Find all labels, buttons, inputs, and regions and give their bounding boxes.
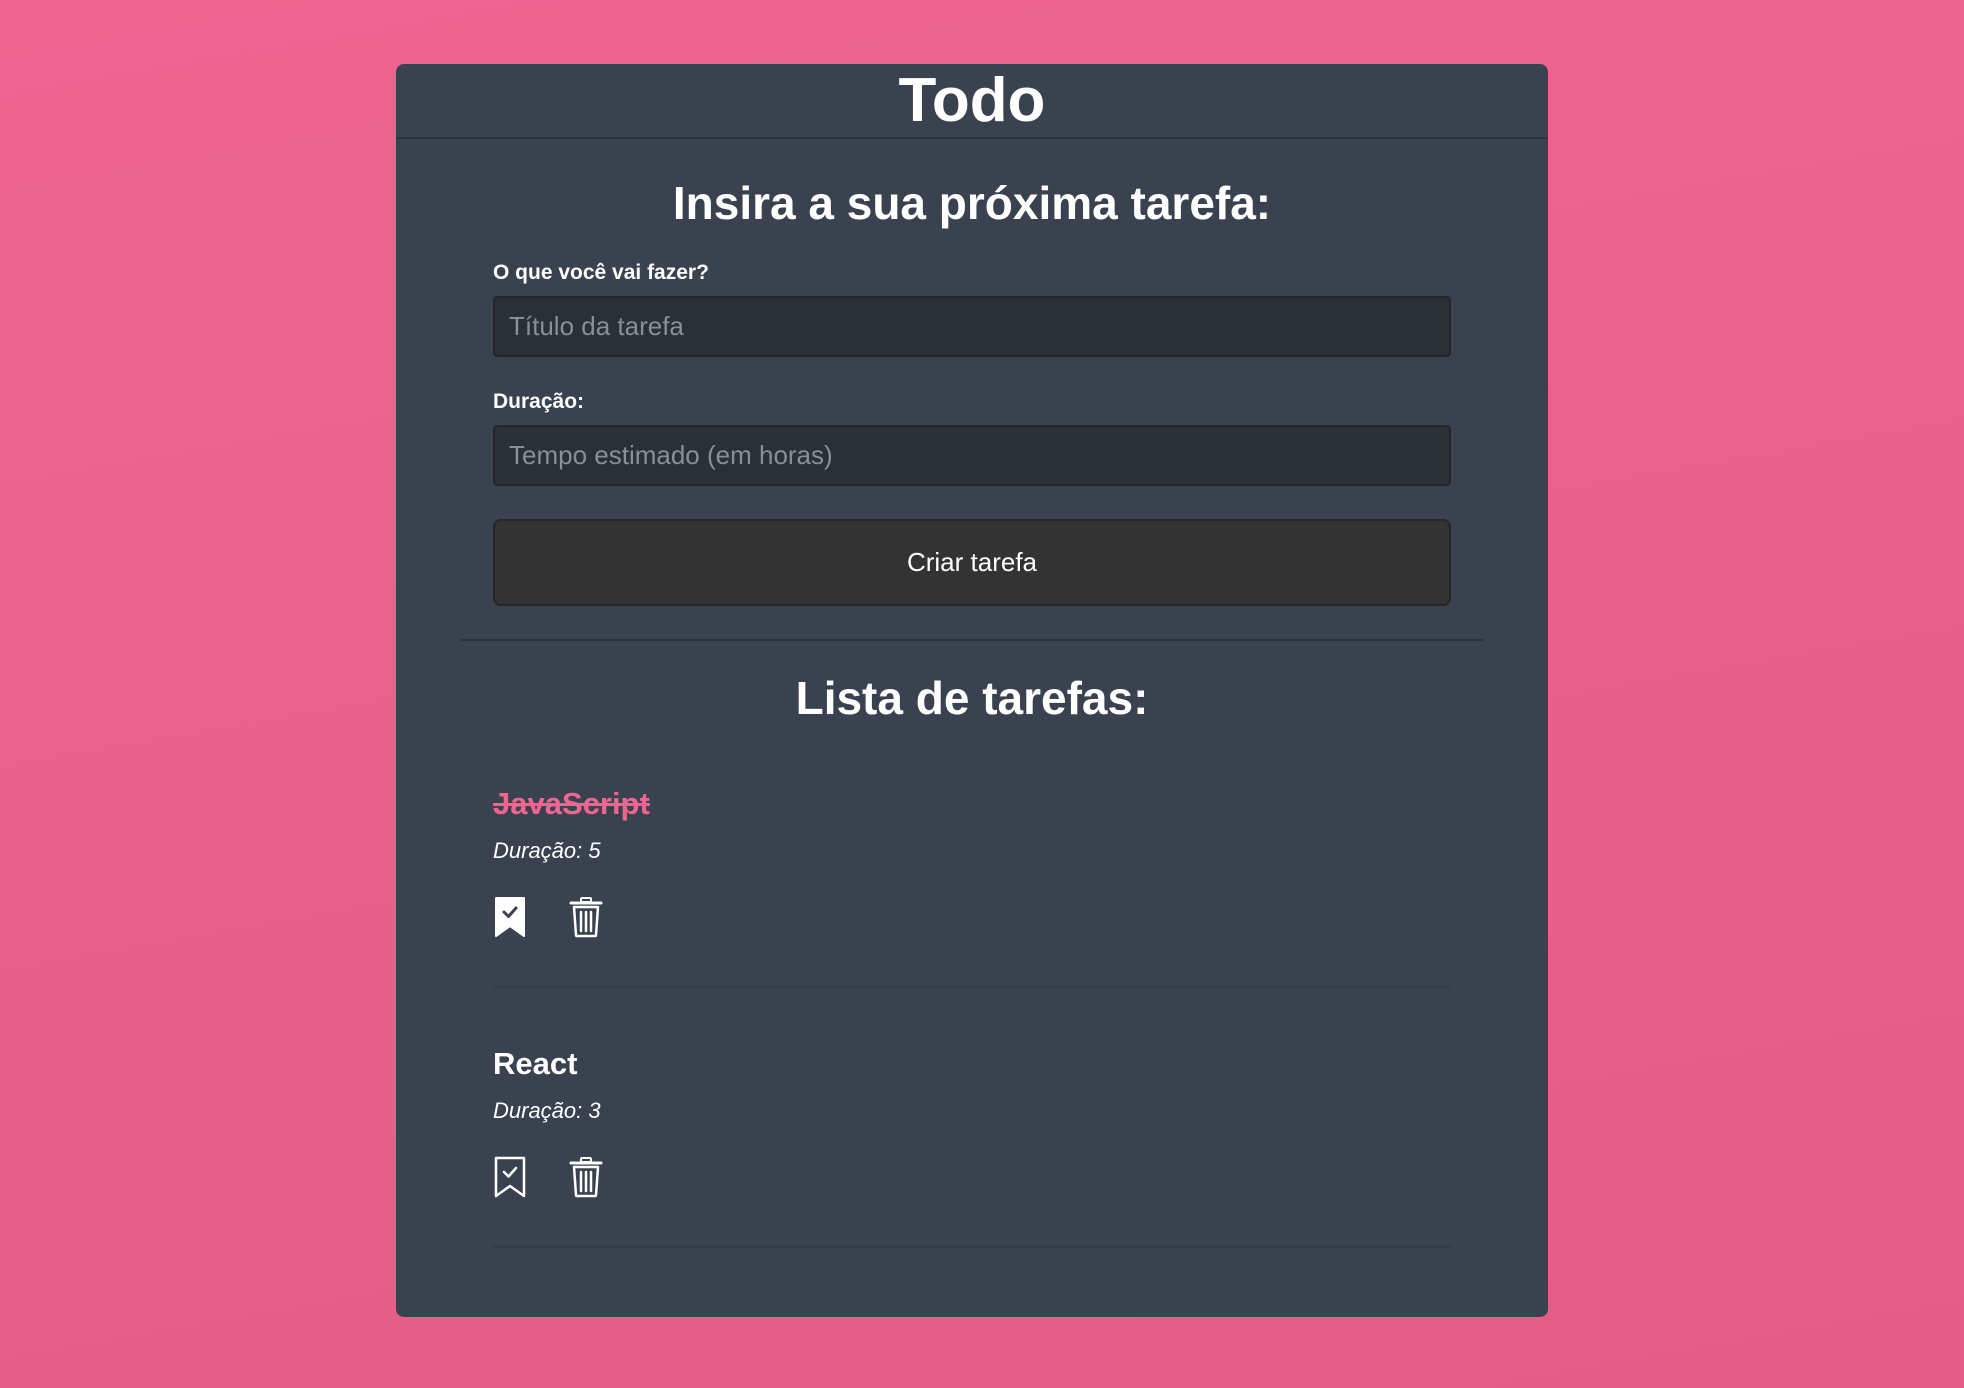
task-duration-input[interactable] bbox=[493, 425, 1451, 486]
trash-icon[interactable] bbox=[569, 896, 603, 938]
task-item: React Duração: 3 bbox=[493, 988, 1451, 1248]
task-form: Insira a sua próxima tarefa: O que você … bbox=[396, 177, 1548, 606]
task-actions bbox=[493, 1156, 1451, 1198]
task-duration-label: Duração: bbox=[493, 390, 585, 413]
task-title-input[interactable] bbox=[493, 296, 1451, 357]
task-duration: Duração: 5 bbox=[493, 838, 601, 863]
list-heading: Lista de tarefas: bbox=[795, 672, 1149, 724]
form-heading: Insira a sua próxima tarefa: bbox=[672, 177, 1272, 229]
create-task-button[interactable]: Criar tarefa bbox=[493, 519, 1451, 606]
bookmark-check-filled-icon[interactable] bbox=[493, 896, 527, 938]
task-list-section: Lista de tarefas: JavaScript Duração: 5 bbox=[396, 672, 1548, 1248]
app-header: Todo bbox=[396, 64, 1548, 139]
task-actions bbox=[493, 896, 1451, 938]
task-title: JavaScript bbox=[493, 786, 650, 821]
task-title: React bbox=[493, 1046, 578, 1081]
task-title-label: O que você vai fazer? bbox=[493, 261, 709, 284]
task-item: JavaScript Duração: 5 bbox=[493, 724, 1451, 988]
bookmark-check-outline-icon[interactable] bbox=[493, 1156, 527, 1198]
section-divider bbox=[460, 639, 1484, 641]
trash-icon[interactable] bbox=[569, 1156, 603, 1198]
task-duration: Duração: 3 bbox=[493, 1098, 601, 1123]
todo-card: Todo Insira a sua próxima tarefa: O que … bbox=[396, 64, 1548, 1317]
app-title: Todo bbox=[898, 66, 1046, 135]
